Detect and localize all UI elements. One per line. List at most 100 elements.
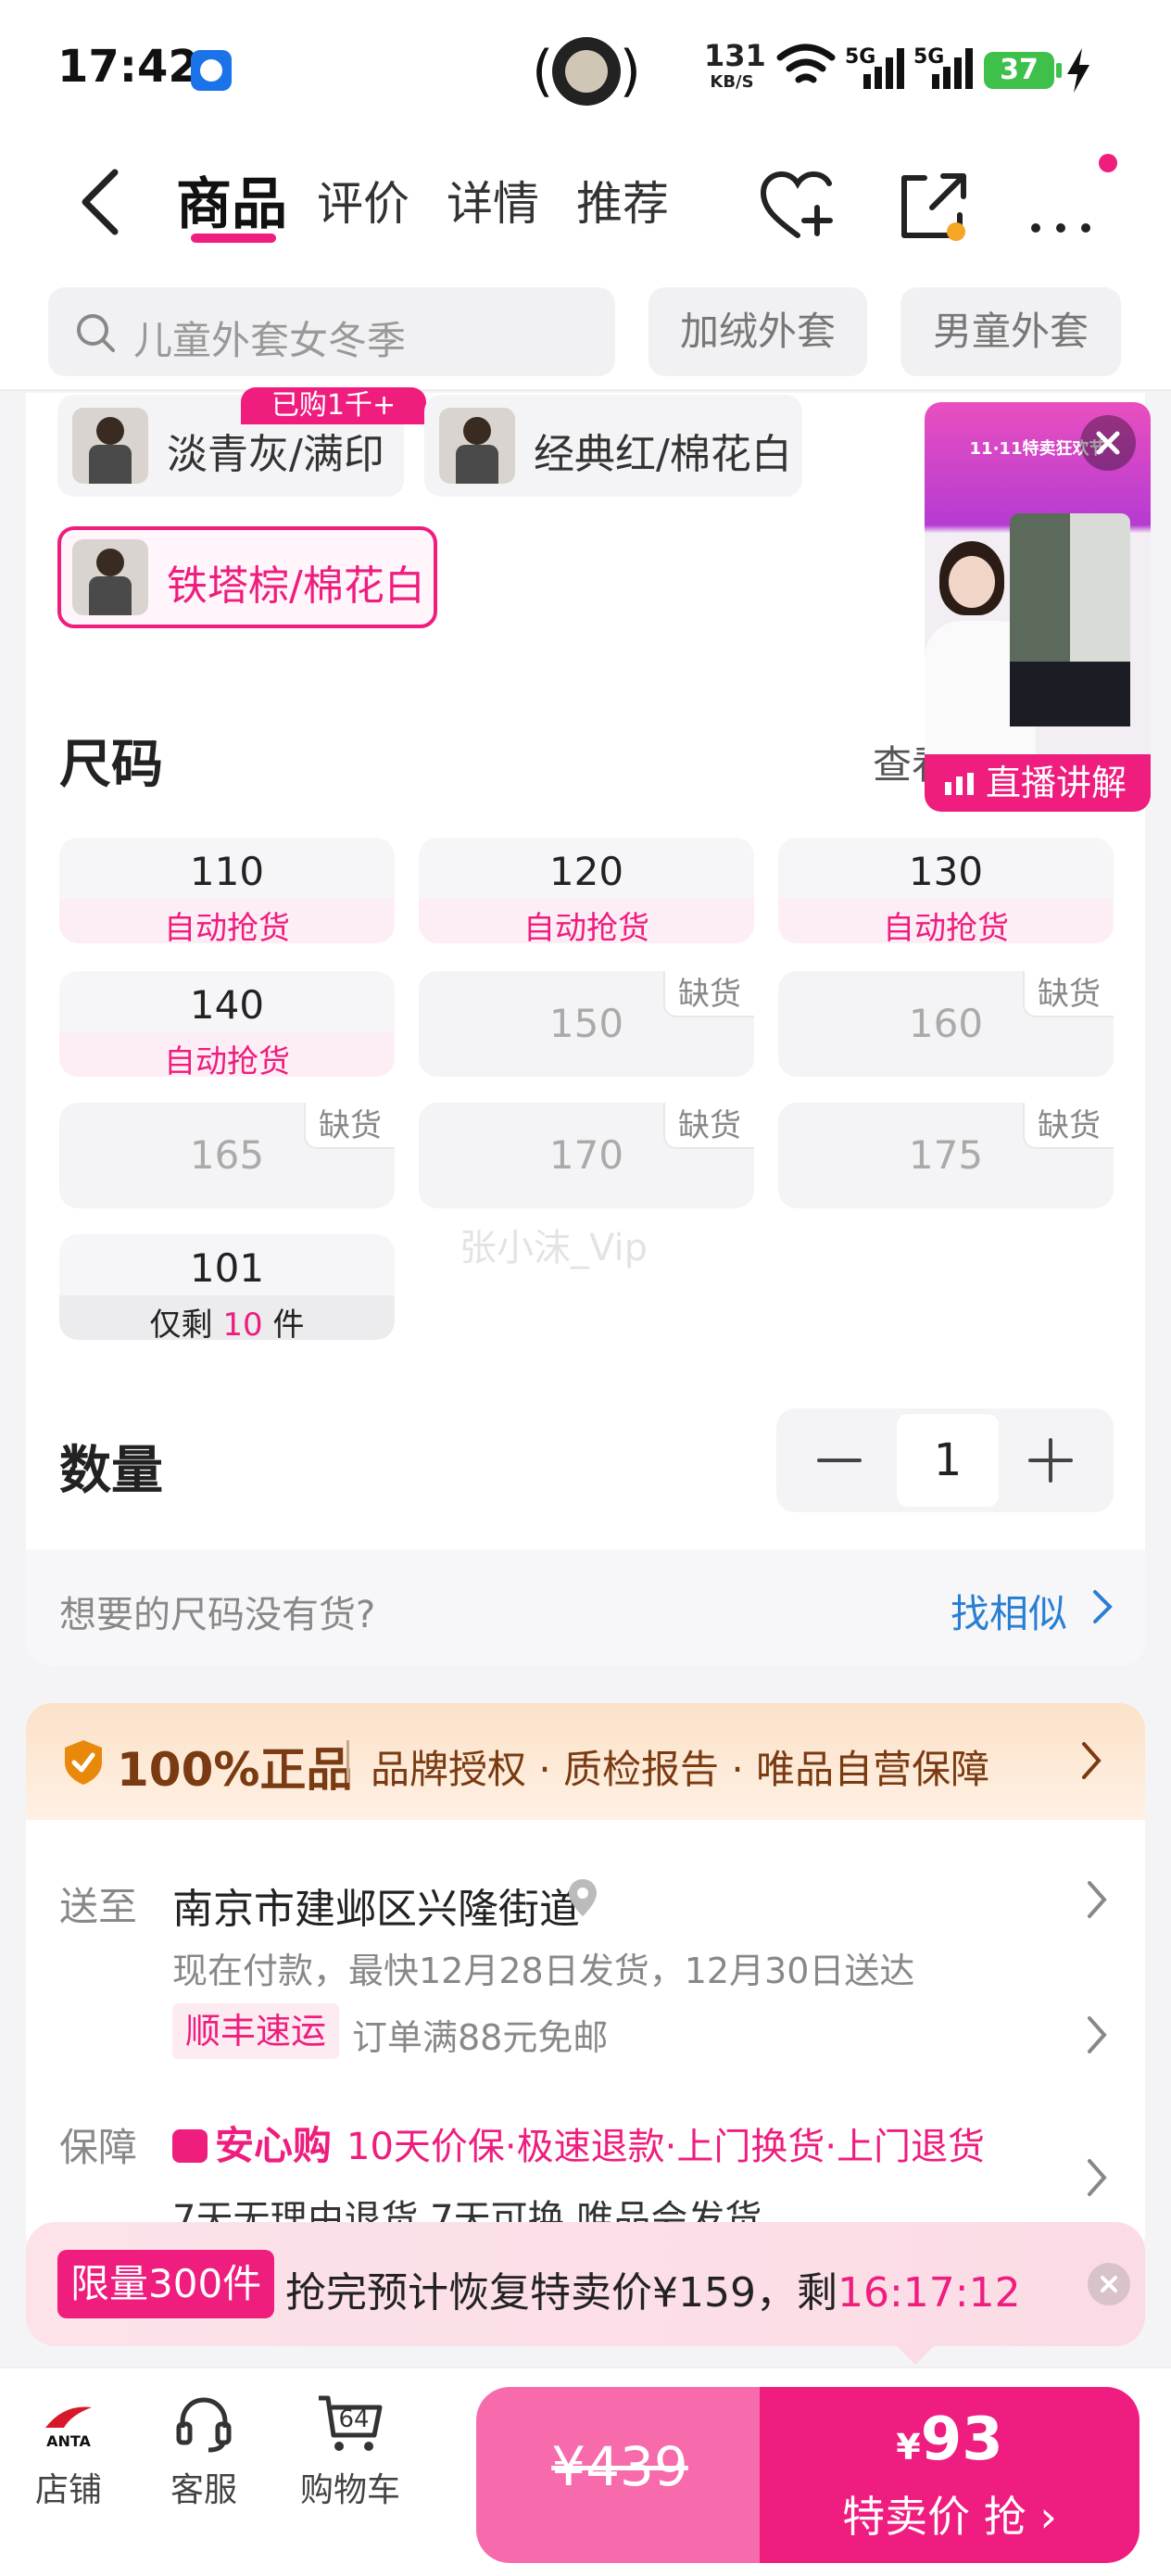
find-similar-link[interactable]: 找相似 bbox=[951, 1583, 1067, 1639]
share-icon[interactable] bbox=[891, 165, 975, 248]
limited-promo-banner[interactable]: 限量300件 抢完预计恢复特卖价¥159，剩16:17:12 bbox=[26, 2222, 1145, 2346]
status-bar: 17:42 () 131 KB/S 5G 5G 37 bbox=[0, 0, 1171, 139]
brand-logo-icon: ANTA bbox=[45, 2406, 92, 2450]
tab-details[interactable]: 详情 bbox=[447, 167, 539, 234]
svg-text:5G: 5G bbox=[845, 45, 875, 69]
more-icon[interactable] bbox=[1019, 165, 1102, 248]
find-similar-row[interactable]: 想要的尺码没有货? 找相似 bbox=[26, 1549, 1145, 1666]
shield-check-icon bbox=[65, 1740, 102, 1785]
delivery-label: 送至 bbox=[59, 1884, 138, 1929]
service-card: 100%正品 品牌授权 · 质检报告 · 唯品自营保障 送至 南京市建邺区兴隆街… bbox=[26, 1703, 1145, 2259]
camera-island: () bbox=[532, 37, 641, 106]
notification-dot bbox=[1099, 154, 1117, 172]
limited-badge: 限量300件 bbox=[57, 2250, 275, 2318]
camera-icon bbox=[552, 37, 621, 106]
search-row: 儿童外套女冬季 加绒外套 男童外套 bbox=[0, 259, 1171, 391]
buy-now-button[interactable]: ¥93 特卖价 抢 › bbox=[760, 2387, 1140, 2563]
size-option[interactable]: 110 自动抢货 bbox=[59, 838, 395, 943]
battery-icon: 37 bbox=[984, 52, 1062, 89]
anxin-brand: 安心购 bbox=[172, 2115, 332, 2171]
divider bbox=[346, 1740, 349, 1783]
color-thumbnail bbox=[72, 539, 148, 615]
size-option-out-of-stock[interactable]: 165 缺货 bbox=[59, 1103, 395, 1208]
location-pin-icon bbox=[569, 1879, 597, 1916]
buy-label: 特卖价 抢 › bbox=[842, 2492, 1057, 2542]
minus-icon[interactable] bbox=[802, 1423, 876, 1497]
status-time: 17:42 bbox=[57, 41, 199, 93]
signal-icon-2: 5G bbox=[913, 45, 973, 89]
no-size-question: 想要的尺码没有货? bbox=[59, 1594, 376, 1636]
wifi-icon bbox=[776, 44, 836, 83]
color-thumbnail bbox=[72, 408, 148, 484]
customer-service-button[interactable]: 客服 bbox=[148, 2391, 259, 2511]
color-option-selected[interactable]: 铁塔棕/棉花白 bbox=[57, 526, 437, 628]
network-speed: 131 KB/S bbox=[704, 38, 766, 92]
favorite-add-icon[interactable] bbox=[756, 165, 839, 248]
search-box[interactable]: 儿童外套女冬季 bbox=[48, 287, 615, 376]
cart-count: 64 bbox=[338, 2406, 370, 2433]
quantity-stepper: 1 bbox=[776, 1408, 1114, 1512]
bought-badge: 已购1千+ bbox=[241, 387, 426, 424]
delivery-address[interactable]: 南京市建邺区兴隆街道 bbox=[172, 1875, 580, 1935]
countdown-timer: 16:17:12 bbox=[837, 2269, 1021, 2317]
authentic-title: 100%正品 bbox=[117, 1743, 353, 1797]
bottom-action-bar: ANTA 店铺 客服 64 购物车 ¥439 ¥93 特卖价 抢 › bbox=[0, 2367, 1171, 2576]
plus-icon[interactable] bbox=[1014, 1423, 1088, 1497]
shop-button[interactable]: ANTA 店铺 bbox=[13, 2391, 124, 2511]
quantity-input[interactable]: 1 bbox=[897, 1414, 999, 1507]
authentic-items: 品牌授权 · 质检报告 · 唯品自营保障 bbox=[371, 1747, 990, 1792]
back-icon[interactable] bbox=[69, 165, 133, 239]
out-of-stock-tag: 缺货 bbox=[304, 1103, 395, 1149]
live-bars-icon bbox=[945, 773, 974, 795]
quantity-title: 数量 bbox=[59, 1441, 163, 1501]
guarantee-items: 10天价保·极速退款·上门换货·上门退货 bbox=[346, 2126, 986, 2168]
free-shipping-note: 订单满88元免邮 bbox=[352, 2017, 609, 2058]
color-option[interactable]: 淡青灰/满印 已购1千+ bbox=[57, 387, 426, 497]
search-chip[interactable]: 男童外套 bbox=[900, 287, 1121, 376]
cart-button[interactable]: 64 购物车 bbox=[295, 2391, 406, 2511]
guarantee-label: 保障 bbox=[59, 2125, 138, 2170]
tab-recommend[interactable]: 推荐 bbox=[576, 167, 669, 234]
size-option-out-of-stock[interactable]: 170 缺货 bbox=[419, 1103, 754, 1208]
promo-pointer bbox=[895, 2344, 936, 2365]
jacket-image bbox=[1010, 513, 1130, 726]
chevron-right-icon bbox=[1093, 1590, 1113, 1623]
size-option[interactable]: 140 自动抢货 bbox=[59, 971, 395, 1077]
user-watermark: 张小沫_Vip bbox=[460, 1227, 648, 1269]
size-option[interactable]: 120 自动抢货 bbox=[419, 838, 754, 943]
authentic-bar[interactable]: 100%正品 品牌授权 · 质检报告 · 唯品自营保障 bbox=[26, 1703, 1145, 1820]
size-option[interactable]: 130 自动抢货 bbox=[778, 838, 1114, 943]
close-icon[interactable] bbox=[1088, 2263, 1130, 2305]
size-option-out-of-stock[interactable]: 175 缺货 bbox=[778, 1103, 1114, 1208]
original-price-button[interactable]: ¥439 bbox=[476, 2387, 763, 2563]
out-of-stock-tag: 缺货 bbox=[1023, 971, 1114, 1017]
size-option-low-stock[interactable]: 101 仅剩 10 件 bbox=[59, 1234, 395, 1340]
app-notification-icon bbox=[191, 50, 232, 91]
headset-icon bbox=[176, 2397, 232, 2453]
search-chip[interactable]: 加绒外套 bbox=[648, 287, 867, 376]
promo-text: 抢完预计恢复特卖价¥159，剩16:17:12 bbox=[285, 2269, 1021, 2317]
svg-text:ANTA: ANTA bbox=[46, 2432, 91, 2450]
product-header: 商品 评价 详情 推荐 bbox=[0, 139, 1171, 259]
charging-icon bbox=[1067, 48, 1089, 93]
svg-text:5G: 5G bbox=[913, 45, 944, 69]
tab-product[interactable]: 商品 bbox=[176, 159, 287, 240]
search-input[interactable]: 儿童外套女冬季 bbox=[133, 309, 406, 366]
size-option-out-of-stock[interactable]: 160 缺货 bbox=[778, 971, 1114, 1077]
shopping-bag-icon bbox=[172, 2129, 208, 2163]
tab-reviews[interactable]: 评价 bbox=[317, 167, 409, 234]
color-option[interactable]: 经典红/棉花白 bbox=[424, 395, 802, 497]
live-tag[interactable]: 直播讲解 bbox=[925, 754, 1151, 812]
signal-icon: 5G bbox=[845, 45, 904, 89]
size-option-out-of-stock[interactable]: 150 缺货 bbox=[419, 971, 754, 1077]
sale-price: ¥93 bbox=[896, 2406, 1003, 2474]
delivery-eta: 现在付款，最快12月28日发货，12月30日送达 bbox=[172, 1951, 915, 1991]
color-thumbnail bbox=[439, 408, 515, 484]
search-icon bbox=[77, 314, 115, 352]
tab-indicator bbox=[191, 234, 276, 243]
close-icon[interactable] bbox=[1080, 415, 1136, 471]
out-of-stock-tag: 缺货 bbox=[663, 1103, 754, 1149]
chevron-right-icon[interactable] bbox=[1086, 2014, 1108, 2055]
chevron-right-icon[interactable] bbox=[1086, 1879, 1108, 1920]
chevron-right-icon[interactable] bbox=[1086, 2157, 1108, 2198]
